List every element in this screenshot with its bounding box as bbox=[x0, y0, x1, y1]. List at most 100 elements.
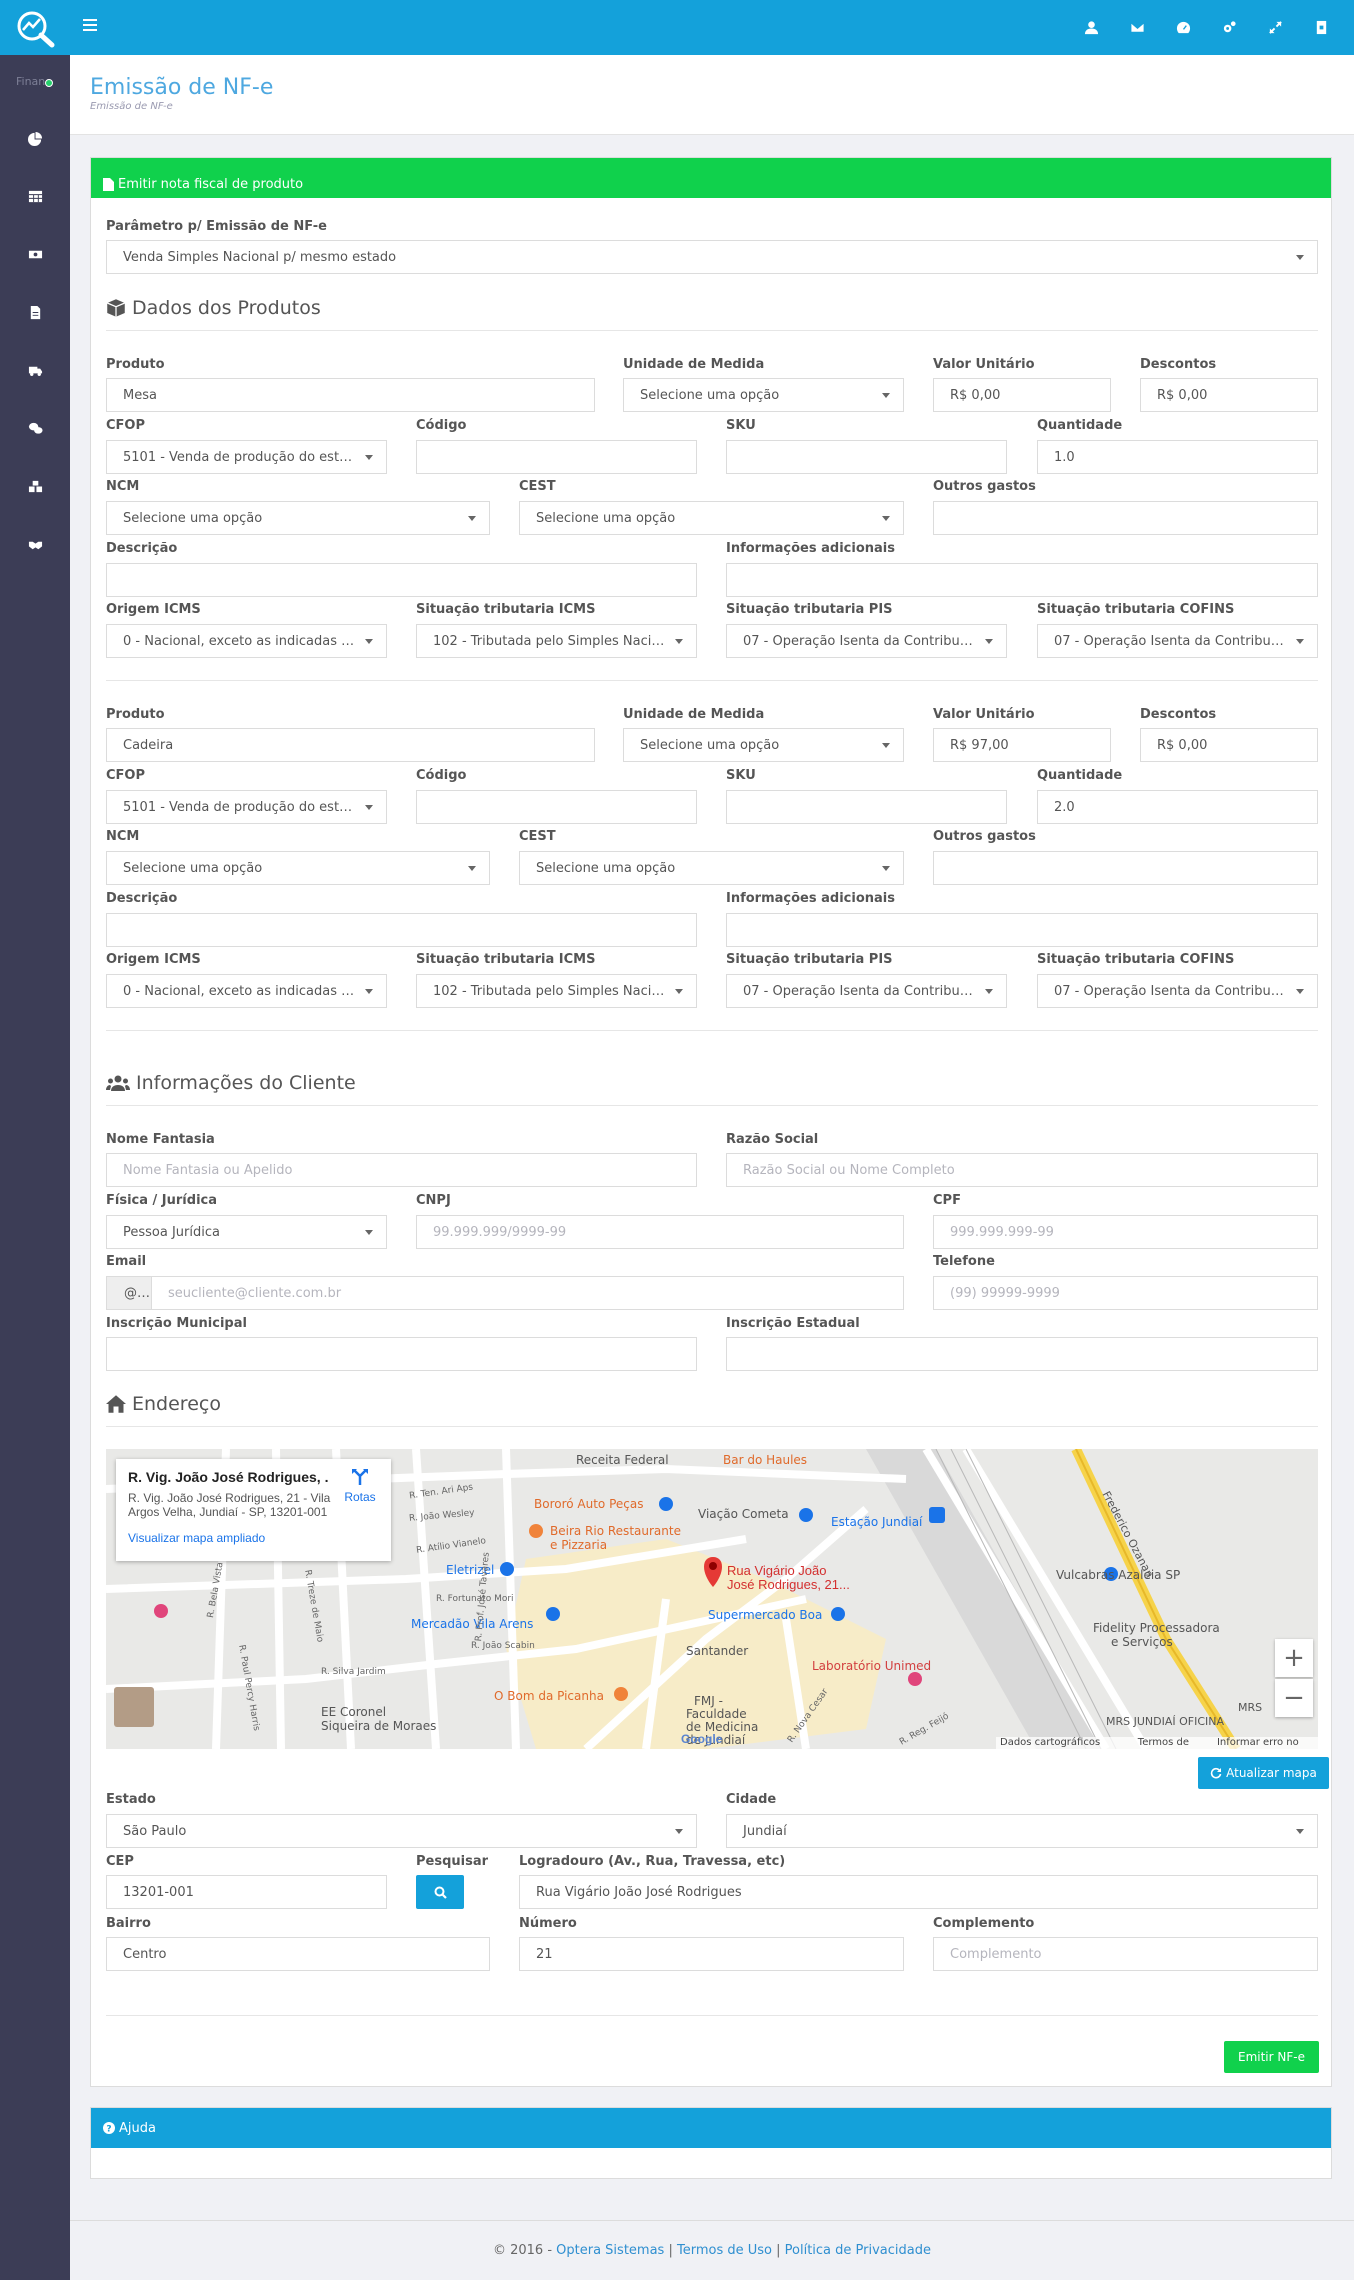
outros-input[interactable] bbox=[933, 501, 1318, 535]
valor-input[interactable]: R$ 97,00 bbox=[933, 728, 1111, 762]
info-input[interactable] bbox=[726, 563, 1318, 597]
produto-input[interactable]: Cadeira bbox=[106, 728, 595, 762]
complemento-input[interactable]: Complemento bbox=[933, 1937, 1318, 1971]
st-pis-select[interactable]: 07 - Operação Isenta da Contribuição bbox=[726, 624, 1007, 658]
nome-fantasia-input[interactable]: Nome Fantasia ou Apelido bbox=[106, 1153, 697, 1187]
refresh-map-label: Atualizar mapa bbox=[1226, 1766, 1317, 1780]
zoom-in-button[interactable]: + bbox=[1275, 1639, 1313, 1677]
help-header[interactable]: ? Ajuda bbox=[91, 2108, 1331, 2148]
menu-toggle-icon[interactable] bbox=[83, 19, 97, 35]
inscricao-estadual-input[interactable] bbox=[726, 1337, 1318, 1371]
map-place-label: Santander bbox=[686, 1644, 749, 1658]
st-pis-select[interactable]: 07 - Operação Isenta da Contribuição bbox=[726, 974, 1007, 1008]
quantidade-input[interactable]: 1.0 bbox=[1037, 440, 1318, 474]
footer-company-link[interactable]: Optera Sistemas bbox=[556, 2243, 664, 2258]
param-select[interactable]: Venda Simples Nacional p/ mesmo estado bbox=[106, 240, 1318, 274]
logout-icon[interactable] bbox=[1298, 15, 1344, 40]
chat-icon[interactable] bbox=[22, 415, 48, 441]
origem-select[interactable]: 0 - Nacional, exceto as indicadas nos có… bbox=[106, 974, 387, 1008]
address-section-title: Endereço bbox=[106, 1393, 221, 1415]
telefone-input[interactable]: (99) 99999-9999 bbox=[933, 1276, 1318, 1310]
map-terms-link[interactable]: Termos de Uso bbox=[1138, 1737, 1203, 1749]
document-icon[interactable] bbox=[22, 299, 48, 325]
codigo-input[interactable] bbox=[416, 790, 697, 824]
tipo-pessoa-select[interactable]: Pessoa Jurídica bbox=[106, 1215, 387, 1249]
zoom-out-button[interactable]: − bbox=[1275, 1679, 1313, 1717]
search-cep-button[interactable] bbox=[416, 1875, 464, 1909]
map-attribution: Dados cartográficos ©2020 Termos de Uso … bbox=[996, 1737, 1318, 1749]
st-icms-select[interactable]: 102 - Tributada pelo Simples Nacional se… bbox=[416, 974, 697, 1008]
logo-icon[interactable] bbox=[14, 8, 56, 48]
directions-button[interactable]: Rotas bbox=[338, 1467, 382, 1504]
emit-nfe-button[interactable]: Emitir NF-e bbox=[1224, 2041, 1319, 2073]
footer-privacy-link[interactable]: Política de Privacidade bbox=[785, 2243, 931, 2258]
produto-input[interactable]: Mesa bbox=[106, 378, 595, 412]
marker-label-line: José Rodrigues, 21... bbox=[727, 1577, 850, 1592]
ncm-select[interactable]: Selecione uma opção bbox=[106, 501, 490, 535]
unidade-select[interactable]: Selecione uma opção bbox=[623, 378, 904, 412]
bairro-input[interactable]: Centro bbox=[106, 1937, 490, 1971]
cest-select[interactable]: Selecione uma opção bbox=[519, 851, 904, 885]
produto-label: Produto bbox=[106, 357, 165, 372]
footer: © 2016 - Optera Sistemas | Termos de Uso… bbox=[70, 2220, 1354, 2280]
descricao-input[interactable] bbox=[106, 563, 697, 597]
pie-chart-icon[interactable] bbox=[22, 125, 48, 151]
descricao-input[interactable] bbox=[106, 913, 697, 947]
descontos-input[interactable]: R$ 0,00 bbox=[1140, 378, 1318, 412]
users-icon bbox=[106, 1075, 130, 1091]
razao-social-input[interactable]: Razão Social ou Nome Completo bbox=[726, 1153, 1318, 1187]
info-label: Informações adicionais bbox=[726, 891, 895, 906]
st-icms-select[interactable]: 102 - Tributada pelo Simples Nacional se… bbox=[416, 624, 697, 658]
footer-terms-link[interactable]: Termos de Uso bbox=[677, 2243, 772, 2258]
info-label: Informações adicionais bbox=[726, 541, 895, 556]
cidade-select[interactable]: Jundiaí bbox=[726, 1814, 1318, 1848]
cep-input[interactable]: 13201-001 bbox=[106, 1875, 387, 1909]
unidade-select[interactable]: Selecione uma opção bbox=[623, 728, 904, 762]
map-place-label: Laboratório Unimed bbox=[812, 1659, 932, 1673]
numero-input[interactable]: 21 bbox=[519, 1937, 904, 1971]
descontos-input[interactable]: R$ 0,00 bbox=[1140, 728, 1318, 762]
satellite-thumbnail[interactable] bbox=[114, 1687, 154, 1727]
truck-icon[interactable] bbox=[22, 357, 48, 383]
estado-label: Estado bbox=[106, 1792, 156, 1807]
cfop-label: CFOP bbox=[106, 768, 145, 783]
cpf-input[interactable]: 999.999.999-99 bbox=[933, 1215, 1318, 1249]
map-place-label: Supermercado Boa bbox=[708, 1608, 823, 1622]
info-input[interactable] bbox=[726, 913, 1318, 947]
map-report-link[interactable]: Informar erro no mapa bbox=[1217, 1737, 1318, 1749]
estado-select[interactable]: São Paulo bbox=[106, 1814, 697, 1848]
quantidade-input[interactable]: 2.0 bbox=[1037, 790, 1318, 824]
valor-input[interactable]: R$ 0,00 bbox=[933, 378, 1111, 412]
sku-input[interactable] bbox=[726, 790, 1007, 824]
st-cofins-select[interactable]: 07 - Operação Isenta da Contribuição bbox=[1037, 974, 1318, 1008]
map-place-label: Vulcabras Azaleia SP bbox=[1056, 1568, 1181, 1582]
codigo-input[interactable] bbox=[416, 440, 697, 474]
envelope-icon[interactable] bbox=[1114, 15, 1160, 40]
sku-input[interactable] bbox=[726, 440, 1007, 474]
ncm-select[interactable]: Selecione uma opção bbox=[106, 851, 490, 885]
handshake-icon[interactable] bbox=[22, 531, 48, 557]
dashboard-icon[interactable] bbox=[1160, 15, 1206, 40]
card-header: Emitir nota fiscal de produto bbox=[91, 158, 1331, 198]
origem-select[interactable]: 0 - Nacional, exceto as indicadas nos có… bbox=[106, 624, 387, 658]
logradouro-input[interactable]: Rua Vigário João José Rodrigues bbox=[519, 1875, 1318, 1909]
info-window-address: Argos Velha, Jundiaí - SP, 13201-001 bbox=[128, 1505, 328, 1519]
st-cofins-select[interactable]: 07 - Operação Isenta da Contribuição bbox=[1037, 624, 1318, 658]
cfop-select[interactable]: 5101 - Venda de produção do estabelecime… bbox=[106, 790, 387, 824]
cfop-select[interactable]: 5101 - Venda de produção do estabelecime… bbox=[106, 440, 387, 474]
cogs-icon[interactable] bbox=[1206, 15, 1252, 40]
view-larger-map-link[interactable]: Visualizar mapa ampliado bbox=[128, 1531, 379, 1545]
money-icon[interactable] bbox=[22, 241, 48, 267]
email-input[interactable]: seucliente@cliente.com.br bbox=[151, 1276, 904, 1310]
cest-select[interactable]: Selecione uma opção bbox=[519, 501, 904, 535]
inscricao-municipal-input[interactable] bbox=[106, 1337, 697, 1371]
table-icon[interactable] bbox=[22, 183, 48, 209]
cnpj-input[interactable]: 99.999.999/9999-99 bbox=[416, 1215, 904, 1249]
footer-copyright: © 2016 - bbox=[492, 2243, 557, 2258]
address-map[interactable]: Receita Federal Bar do Haules Bororó Aut… bbox=[106, 1449, 1318, 1749]
outros-input[interactable] bbox=[933, 851, 1318, 885]
refresh-map-button[interactable]: Atualizar mapa bbox=[1198, 1757, 1329, 1789]
user-icon[interactable] bbox=[1068, 15, 1114, 40]
expand-icon[interactable] bbox=[1252, 15, 1298, 40]
boxes-icon[interactable] bbox=[22, 473, 48, 499]
